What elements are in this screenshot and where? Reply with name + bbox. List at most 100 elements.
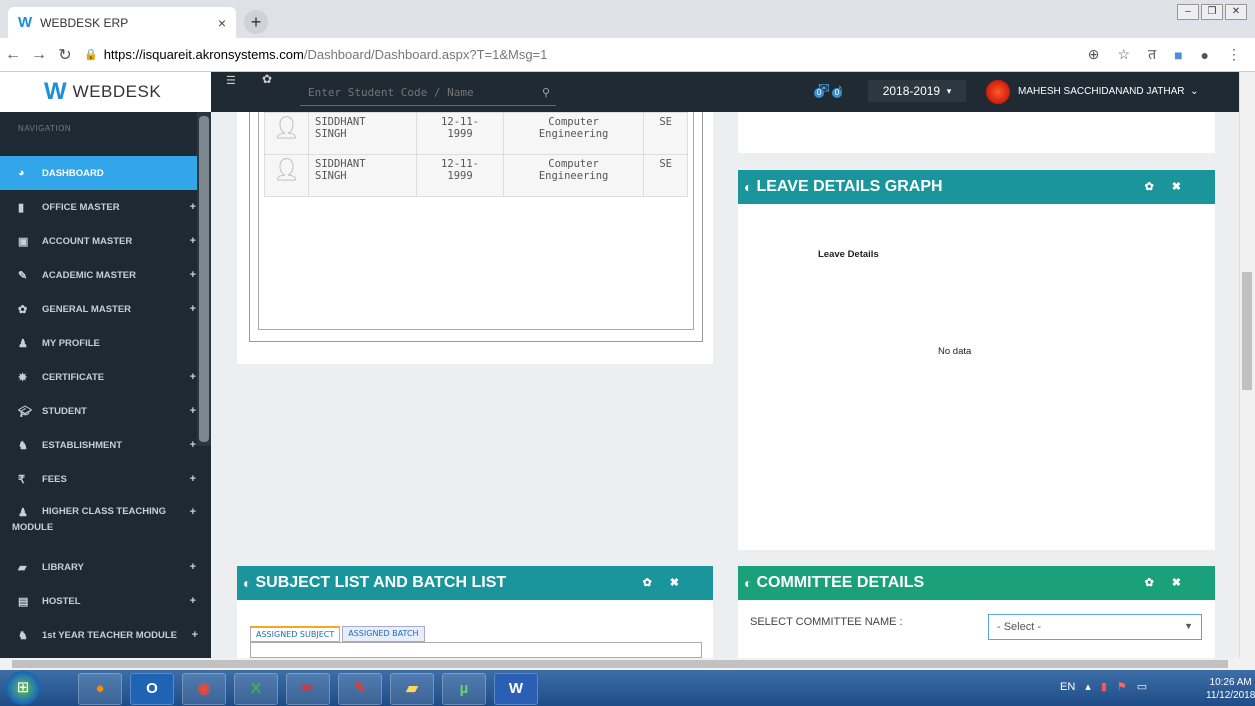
mail-icon[interactable]: ✉ 0 bbox=[814, 80, 830, 98]
firefox-icon[interactable]: ● bbox=[78, 673, 122, 705]
sidebar-item-certificate[interactable]: ✸ CERTIFICATE + bbox=[0, 360, 200, 394]
gear-icon: ✿ bbox=[18, 303, 28, 316]
window-controls: – ❐ ✕ bbox=[1177, 4, 1247, 20]
half-circle-icon: ◐ bbox=[744, 575, 753, 591]
certificate-icon: ✸ bbox=[18, 371, 28, 384]
flag-icon[interactable]: ⚑ bbox=[1117, 680, 1127, 693]
minimize-icon[interactable]: – bbox=[1177, 4, 1199, 20]
sidebar-item-office-master[interactable]: ▮ OFFICE MASTER + bbox=[0, 190, 200, 224]
sidebar-item-label: GENERAL MASTER bbox=[42, 303, 132, 315]
logo-text: WEBDESK bbox=[72, 82, 162, 101]
sidebar-item-label: DASHBOARD bbox=[42, 167, 104, 179]
student-name: SIDDHANT SINGH bbox=[307, 154, 418, 197]
leave-details-panel bbox=[738, 170, 1215, 550]
browser-actions: ⊕ ☆ त ■ ● ⋮ bbox=[1088, 45, 1241, 64]
sidebar-item-establishment[interactable]: ♞ ESTABLISHMENT + bbox=[0, 428, 200, 462]
committee-select[interactable]: - Select - ▼ bbox=[988, 614, 1202, 640]
zoom-icon[interactable]: ⊕ bbox=[1088, 46, 1100, 63]
profile-icon[interactable]: ● bbox=[1201, 47, 1209, 63]
notification-bell-icon[interactable]: ♪0 bbox=[832, 80, 843, 98]
snipping-tool-icon[interactable]: ✂ bbox=[286, 673, 330, 705]
tab-assigned-batch[interactable]: ASSIGNED BATCH bbox=[342, 626, 425, 642]
panel-close-icon[interactable]: ✖ bbox=[1172, 577, 1199, 589]
sidebar-item-hostel[interactable]: ▤ HOSTEL + bbox=[0, 584, 200, 618]
language-indicator[interactable]: EN bbox=[1060, 681, 1075, 693]
panel-settings-icon[interactable]: ✿ bbox=[643, 577, 670, 589]
sidebar-item-academic-master[interactable]: ✎ ACADEMIC MASTER + bbox=[0, 258, 200, 292]
rupee-icon: ₹ bbox=[18, 473, 25, 486]
user-name: MAHESH SACCHIDANAND JATHAR bbox=[1018, 86, 1185, 97]
url-field[interactable]: 🔒 https://isquareit.akronsystems.com/Das… bbox=[84, 47, 1088, 62]
book-open-icon: ▰ bbox=[18, 561, 27, 574]
expand-plus-icon: + bbox=[189, 405, 196, 417]
star-icon[interactable]: ☆ bbox=[1118, 46, 1131, 63]
page-vertical-scrollbar-thumb[interactable] bbox=[1242, 272, 1252, 390]
student-branch: Computer Engineering bbox=[502, 154, 645, 197]
word-icon[interactable]: W bbox=[494, 673, 538, 705]
sidebar-item-my-profile[interactable]: ♟ MY PROFILE bbox=[0, 326, 200, 360]
expand-plus-icon: + bbox=[189, 303, 196, 315]
sidebar-scrollbar-thumb[interactable] bbox=[199, 116, 209, 442]
system-clock[interactable]: 10:26 AM 11/12/2018 bbox=[1206, 676, 1255, 702]
settings-gear-icon[interactable]: ✿ bbox=[262, 72, 272, 86]
excel-icon[interactable]: X bbox=[234, 673, 278, 705]
panel-close-icon[interactable]: ✖ bbox=[1172, 181, 1199, 193]
academic-year-select[interactable]: 2018-2019 ▾ bbox=[868, 80, 966, 102]
user-menu[interactable]: MAHESH SACCHIDANAND JATHAR ⌄ bbox=[1018, 86, 1198, 97]
sidebar-item-general-master[interactable]: ✿ GENERAL MASTER + bbox=[0, 292, 200, 326]
network-icon[interactable]: ▮ bbox=[1101, 680, 1107, 693]
page-horizontal-scrollbar-thumb[interactable] bbox=[12, 660, 1228, 668]
student-name: SIDDHANT SINGH bbox=[307, 112, 418, 155]
back-icon[interactable]: ← bbox=[0, 46, 26, 64]
extension-icon[interactable]: ■ bbox=[1174, 47, 1182, 63]
restore-icon[interactable]: ❐ bbox=[1201, 4, 1223, 20]
windows-start-button[interactable]: ⊞ bbox=[6, 671, 40, 705]
browser-tab[interactable]: W WEBDESK ERP × bbox=[8, 7, 236, 38]
subject-tab-content bbox=[250, 642, 702, 658]
panel-close-icon[interactable]: ✖ bbox=[670, 577, 697, 589]
sidebar-item-student[interactable]: 🎓︎ STUDENT + bbox=[0, 394, 200, 428]
student-search-input[interactable] bbox=[300, 80, 556, 106]
panel-settings-icon[interactable]: ✿ bbox=[1145, 181, 1172, 193]
utorrent-icon[interactable]: µ bbox=[442, 673, 486, 705]
edit-icon: ✎ bbox=[18, 269, 28, 282]
tab-assigned-subject[interactable]: ASSIGNED SUBJECT bbox=[250, 626, 341, 642]
expand-plus-icon: + bbox=[189, 561, 196, 573]
expand-plus-icon: + bbox=[189, 506, 196, 518]
file-explorer-icon[interactable]: ▰ bbox=[390, 673, 434, 705]
close-window-icon[interactable]: ✕ bbox=[1225, 4, 1247, 20]
student-dob: 12-11- 1999 bbox=[416, 154, 504, 197]
reload-icon[interactable]: ↻ bbox=[52, 45, 78, 65]
panel-title: LEAVE DETAILS GRAPH bbox=[756, 178, 943, 195]
sidebar-item-label: MY PROFILE bbox=[42, 337, 100, 349]
table-row[interactable]: 👤︎ SIDDHANT SINGH 12-11- 1999 Computer Engi… bbox=[264, 112, 688, 155]
outlook-icon[interactable]: O bbox=[130, 673, 174, 705]
users-icon: ♞ bbox=[18, 439, 28, 452]
paint-icon[interactable]: ✎ bbox=[338, 673, 382, 705]
student-class: SE bbox=[643, 154, 688, 197]
menu-toggle-icon[interactable]: ☰ bbox=[226, 74, 236, 87]
table-row[interactable]: 👤︎ SIDDHANT SINGH 12-11- 1999 Computer Engi… bbox=[264, 154, 688, 197]
building-icon: ▤ bbox=[18, 595, 29, 608]
user-avatar[interactable] bbox=[986, 80, 1010, 104]
monitor-icon[interactable]: ▭ bbox=[1137, 680, 1147, 693]
sidebar-item-label: 1st YEAR TEACHER MODULE bbox=[42, 629, 177, 641]
chrome-icon[interactable]: ◉ bbox=[182, 673, 226, 705]
sidebar-item-dashboard[interactable]: ◕ DASHBOARD bbox=[0, 156, 211, 190]
sidebar-item-account-master[interactable]: ▣ ACCOUNT MASTER + bbox=[0, 224, 200, 258]
close-tab-icon[interactable]: × bbox=[218, 15, 226, 31]
panel-settings-icon[interactable]: ✿ bbox=[1145, 577, 1172, 589]
translate-icon[interactable]: त bbox=[1148, 45, 1156, 64]
sidebar-item-1st-year-teacher-module[interactable]: ♞ 1st YEAR TEACHER MODULE + bbox=[0, 618, 200, 652]
menu-dots-icon[interactable]: ⋮ bbox=[1227, 46, 1241, 63]
sidebar-item-higher-class-teaching[interactable]: ♟ HIGHER CLASS TEACHING + MODULE bbox=[0, 496, 200, 542]
sidebar-item-fees[interactable]: ₹ FEES + bbox=[0, 462, 200, 496]
sidebar-item-library[interactable]: ▰ LIBRARY + bbox=[0, 550, 200, 584]
money-icon: ▣ bbox=[18, 235, 29, 248]
logo[interactable]: W WEBDESK bbox=[0, 72, 211, 112]
search-icon[interactable]: ⚲ bbox=[542, 86, 550, 99]
forward-icon[interactable]: → bbox=[26, 46, 52, 64]
student-dob: 12-11- 1999 bbox=[416, 112, 504, 155]
new-tab-button[interactable]: + bbox=[244, 10, 268, 34]
tray-expand-icon[interactable]: ▴ bbox=[1085, 680, 1091, 693]
